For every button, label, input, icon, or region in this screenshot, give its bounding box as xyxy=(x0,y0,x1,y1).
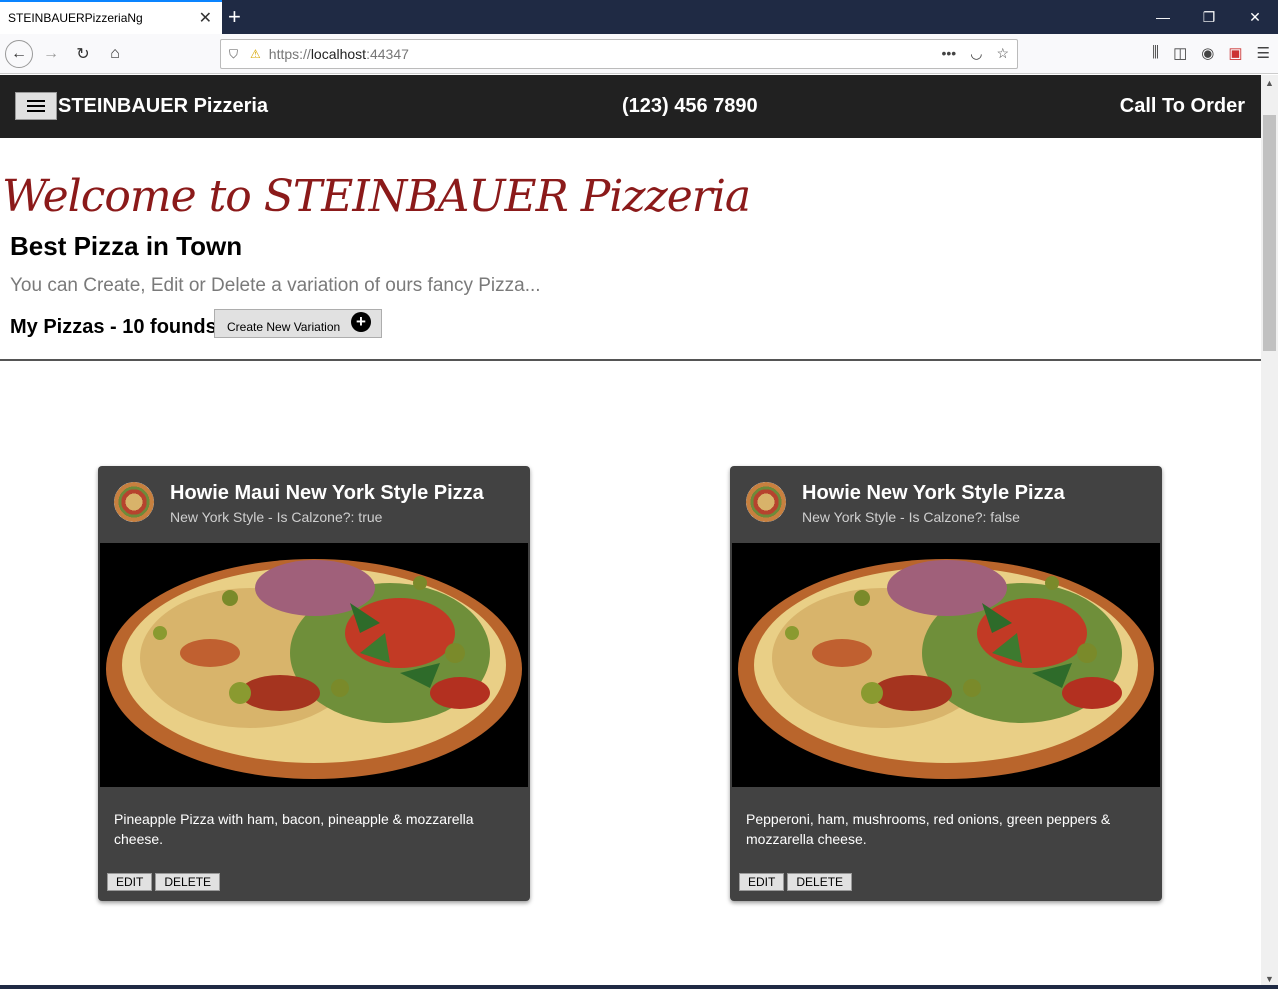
home-icon[interactable]: ⌂ xyxy=(101,40,129,68)
page-description: You can Create, Edit or Delete a variati… xyxy=(10,275,541,296)
pizza-description: Pineapple Pizza with ham, bacon, pineapp… xyxy=(114,811,474,847)
library-icon[interactable]: ⫼ xyxy=(1152,44,1159,62)
pocket-icon[interactable]: ◡ xyxy=(970,45,982,62)
bookmark-star-icon[interactable]: ☆ xyxy=(996,45,1009,62)
call-to-order: Call To Order xyxy=(1119,95,1245,117)
pizza-image xyxy=(100,543,528,787)
url-scheme: https:// xyxy=(268,46,311,62)
divider xyxy=(0,359,1261,361)
pizza-count: My Pizzas - 10 founds xyxy=(10,316,217,338)
browser-toolbar: ⫼ ◫ ◉ ▣ ☰ xyxy=(1152,44,1270,62)
scrollbar-thumb[interactable] xyxy=(1263,115,1276,351)
pizza-avatar xyxy=(114,482,154,522)
tab-title: STEINBAUERPizzeriaNg xyxy=(8,11,143,25)
page-viewport: STEINBAUER Pizzeria (123) 456 7890 Call … xyxy=(0,75,1261,987)
pizza-description: Pepperoni, ham, mushrooms, red onions, g… xyxy=(746,811,1111,847)
page-actions-icon[interactable]: ••• xyxy=(942,45,957,62)
pizza-card: Howie New York Style Pizza New York Styl… xyxy=(730,466,1162,901)
browser-tab-bar: STEINBAUERPizzeriaNg ✕ + — ❐ ✕ xyxy=(0,0,1278,34)
browser-nav-bar: ← → ↻ ⌂ ⛉ ⚠ https://localhost:44347 ••• … xyxy=(0,34,1278,74)
create-variation-button[interactable]: Create New Variation + xyxy=(214,309,382,338)
restore-icon[interactable]: ❐ xyxy=(1186,0,1232,34)
new-tab-icon[interactable]: + xyxy=(228,4,241,30)
browser-tab[interactable]: STEINBAUERPizzeriaNg ✕ xyxy=(0,0,222,34)
url-text[interactable]: https://localhost:44347 xyxy=(269,46,409,62)
tracking-shield-icon[interactable]: ⛉ xyxy=(229,47,238,62)
delete-button[interactable]: DELETE xyxy=(155,873,221,891)
welcome-heading: Welcome to STEINBAUER Pizzeria xyxy=(2,171,751,222)
reload-icon[interactable]: ↻ xyxy=(69,40,97,68)
pizza-subtitle: New York Style - Is Calzone?: true xyxy=(170,509,383,525)
forward-icon[interactable]: → xyxy=(37,40,65,68)
pizza-title: Howie New York Style Pizza xyxy=(802,482,1065,504)
pizza-image xyxy=(732,543,1160,787)
lock-warning-icon[interactable]: ⚠ xyxy=(250,47,261,61)
vertical-scrollbar[interactable]: ▲ ▼ xyxy=(1261,75,1278,987)
edit-button[interactable]: EDIT xyxy=(107,873,153,891)
card-actions: EDIT DELETE xyxy=(739,873,853,891)
page-subtitle: Best Pizza in Town xyxy=(10,231,243,261)
close-tab-icon[interactable]: ✕ xyxy=(199,8,212,28)
close-window-icon[interactable]: ✕ xyxy=(1232,0,1278,34)
pizza-card: Howie Maui New York Style Pizza New York… xyxy=(98,466,530,901)
brand-title: STEINBAUER Pizzeria xyxy=(58,95,269,117)
delete-button[interactable]: DELETE xyxy=(787,873,853,891)
pizza-avatar xyxy=(746,482,786,522)
phone-number: (123) 456 7890 xyxy=(622,95,758,117)
create-variation-label: Create New Variation xyxy=(227,319,341,334)
scroll-up-icon[interactable]: ▲ xyxy=(1261,78,1278,88)
scroll-down-icon[interactable]: ▼ xyxy=(1261,974,1278,984)
menu-icon[interactable]: ☰ xyxy=(1257,44,1270,62)
edit-button[interactable]: EDIT xyxy=(739,873,785,891)
url-bar[interactable]: ⛉ ⚠ https://localhost:44347 ••• ◡ ☆ xyxy=(220,39,1018,69)
cors-extension-icon[interactable]: ▣ xyxy=(1228,44,1242,62)
back-icon[interactable]: ← xyxy=(5,40,33,68)
taskbar-strip xyxy=(0,985,1278,989)
window-controls: — ❐ ✕ xyxy=(1140,0,1278,34)
pizza-subtitle: New York Style - Is Calzone?: false xyxy=(802,509,1020,525)
plus-icon: + xyxy=(351,312,371,332)
url-host: localhost xyxy=(310,46,367,62)
account-icon[interactable]: ◉ xyxy=(1201,44,1214,62)
card-actions: EDIT DELETE xyxy=(107,873,221,891)
app-toolbar: STEINBAUER Pizzeria (123) 456 7890 Call … xyxy=(0,75,1261,138)
pizza-title: Howie Maui New York Style Pizza xyxy=(170,482,484,504)
minimize-icon[interactable]: — xyxy=(1140,0,1186,34)
url-port: :44347 xyxy=(366,46,409,62)
hamburger-menu-icon[interactable] xyxy=(15,92,57,120)
sidebar-icon[interactable]: ◫ xyxy=(1173,44,1187,62)
